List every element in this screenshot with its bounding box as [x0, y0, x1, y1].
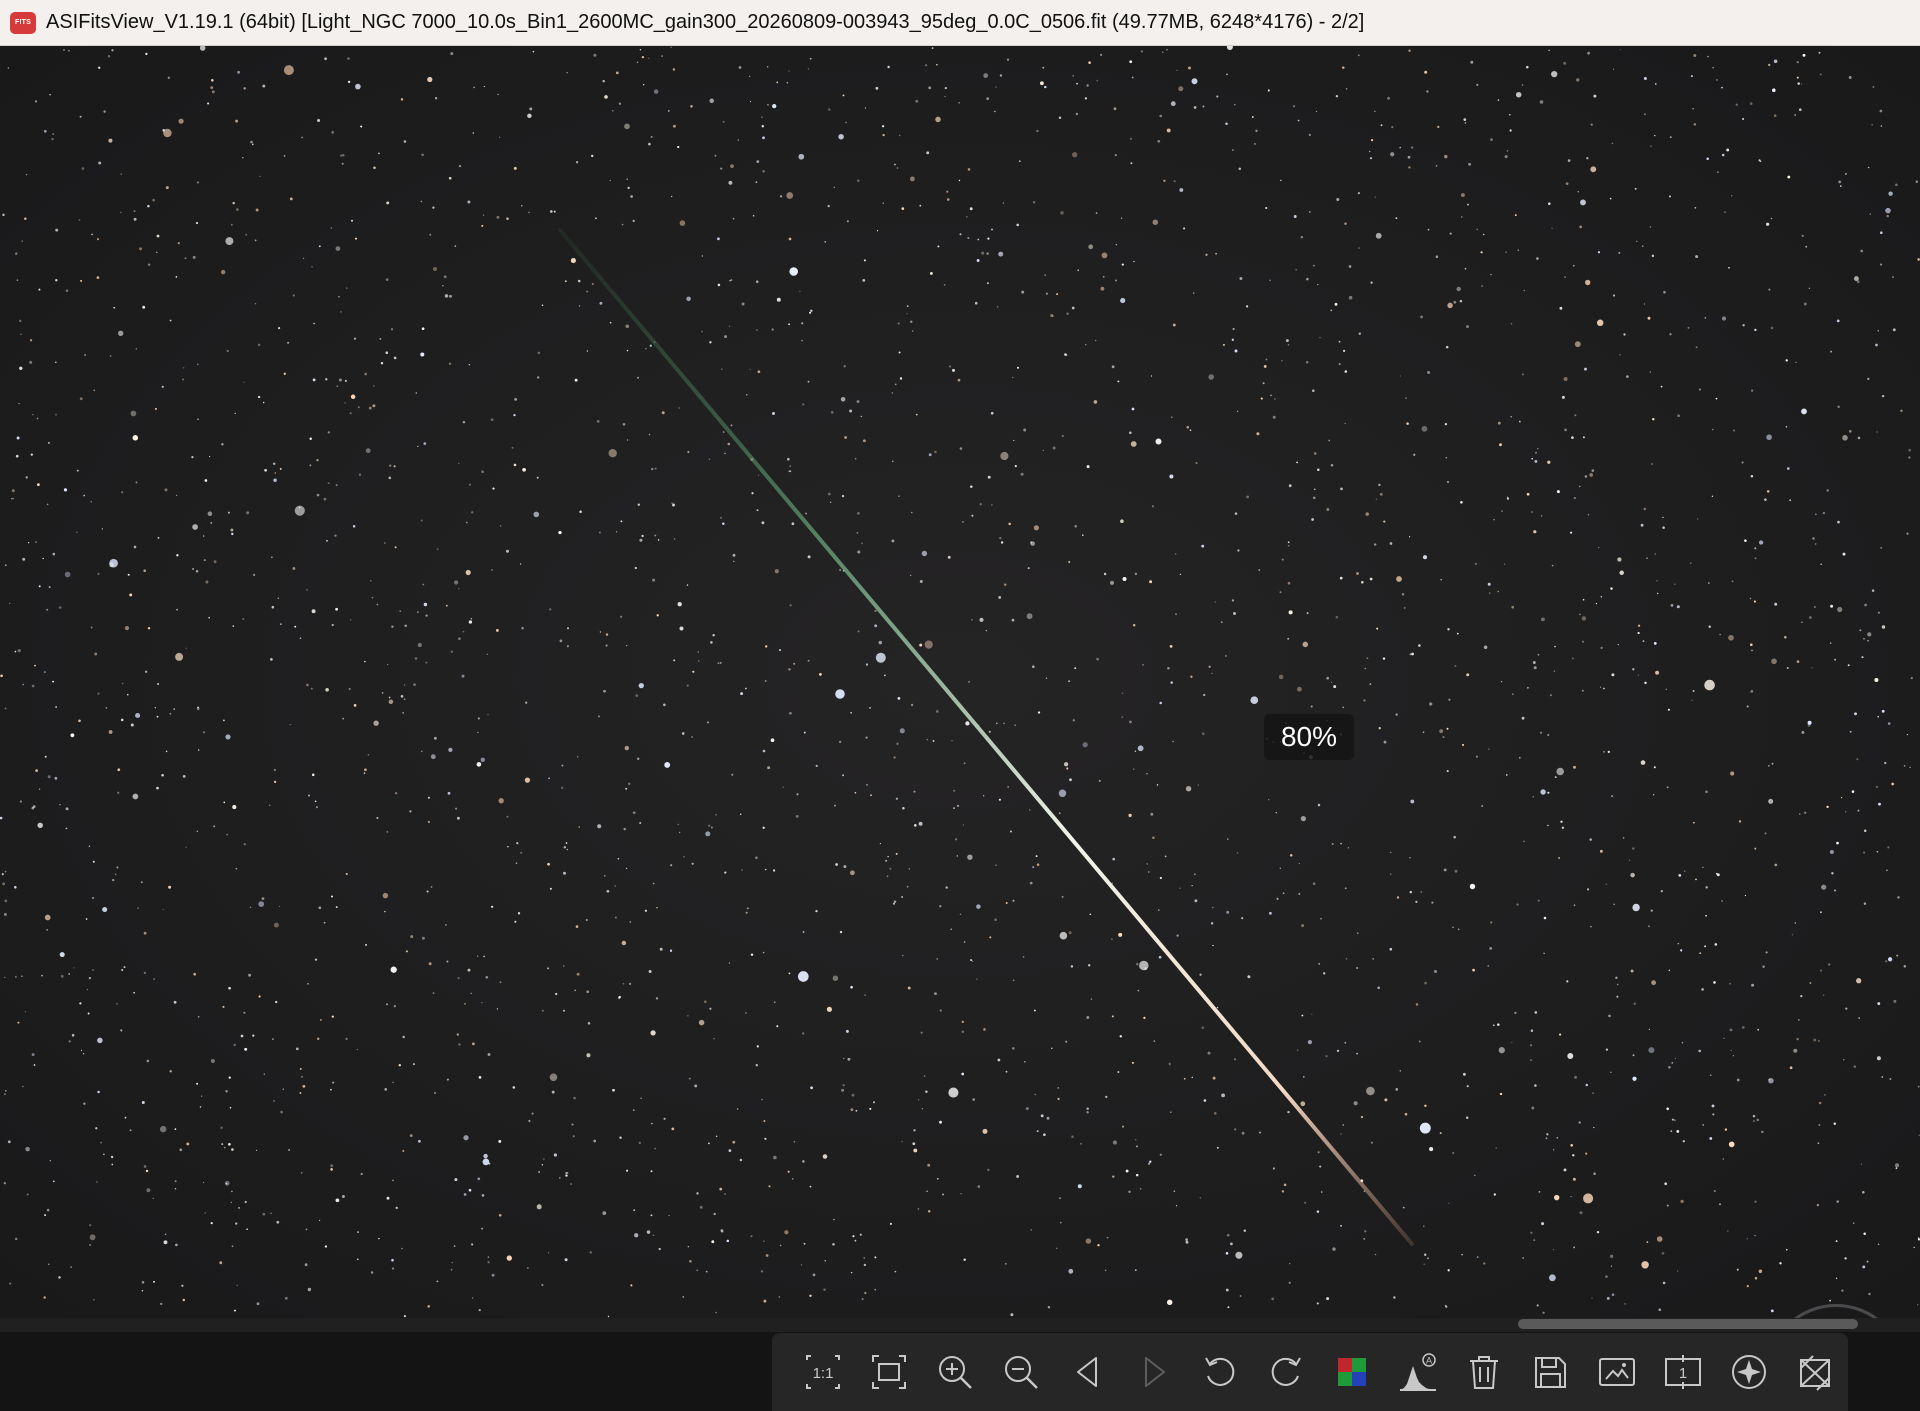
- app-logo-icon: FITS: [10, 11, 36, 34]
- auto-stretch-histogram-icon: A: [1400, 1353, 1437, 1391]
- next-image-button[interactable]: [1121, 1342, 1187, 1402]
- debayer-icon: [1338, 1358, 1367, 1386]
- zoom-in-button[interactable]: [922, 1342, 988, 1402]
- rotate-right-button[interactable]: [1253, 1342, 1319, 1402]
- zoom-level-badge: 80%: [1264, 714, 1354, 760]
- title-bar: FITS ASIFitsView_V1.19.1 (64bit) [Light_…: [0, 0, 1920, 46]
- save-button[interactable]: [1517, 1342, 1583, 1402]
- actual-size-icon: 1:1: [806, 1355, 841, 1389]
- svg-text:1: 1: [1679, 1365, 1687, 1382]
- rotate-left-button[interactable]: [1187, 1342, 1253, 1402]
- previous-icon: [1076, 1357, 1097, 1387]
- image-toolbar: 1:1 A 1: [772, 1333, 1848, 1411]
- star-field-image: [0, 46, 1920, 1318]
- window-title: ASIFitsView_V1.19.1 (64bit) [Light_NGC 7…: [46, 11, 1365, 33]
- image-adjust-button[interactable]: [1584, 1342, 1650, 1402]
- svg-text:A: A: [1426, 1356, 1432, 1366]
- star-detect-button[interactable]: [1716, 1342, 1782, 1402]
- auto-stretch-button[interactable]: A: [1385, 1342, 1451, 1402]
- crop-button[interactable]: [1782, 1342, 1848, 1402]
- image-adjust-icon: [1598, 1358, 1635, 1386]
- debayer-button[interactable]: [1319, 1342, 1385, 1402]
- save-icon: [1535, 1357, 1567, 1388]
- delete-icon: [1470, 1356, 1499, 1389]
- rotate-right-icon: [1271, 1357, 1301, 1386]
- image-info-button[interactable]: 1: [1650, 1342, 1716, 1402]
- image-viewport[interactable]: 80%: [0, 46, 1920, 1318]
- actual-size-button[interactable]: 1:1: [790, 1342, 856, 1402]
- zoom-out-icon: [1005, 1356, 1039, 1389]
- rotate-left-icon: [1204, 1357, 1235, 1386]
- fit-window-icon: [872, 1355, 907, 1389]
- info-icon: 1: [1664, 1355, 1701, 1389]
- zoom-in-icon: [939, 1356, 973, 1389]
- star-detect-icon: [1731, 1355, 1766, 1389]
- next-icon: [1144, 1357, 1165, 1387]
- delete-button[interactable]: [1451, 1342, 1517, 1402]
- fit-window-button[interactable]: [856, 1342, 922, 1402]
- svg-text:1:1: 1:1: [813, 1365, 834, 1382]
- horizontal-scrollbar-thumb[interactable]: [1518, 1319, 1858, 1329]
- zoom-out-button[interactable]: [988, 1342, 1054, 1402]
- crop-icon: [1799, 1355, 1830, 1391]
- previous-image-button[interactable]: [1055, 1342, 1121, 1402]
